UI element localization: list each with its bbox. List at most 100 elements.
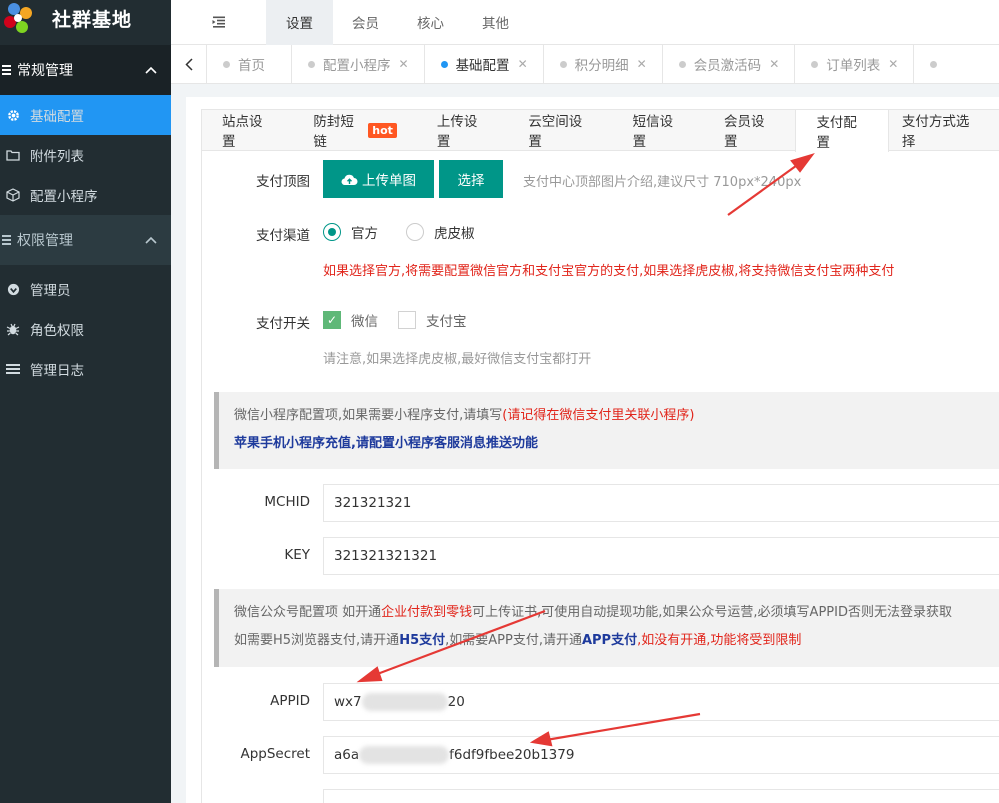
- page-tab-more[interactable]: [914, 45, 945, 83]
- page-tab-miniprogram[interactable]: 配置小程序 ✕: [292, 45, 425, 83]
- tab-dot-icon: [440, 60, 448, 68]
- sidebar-item-basic-config[interactable]: 基础配置: [0, 95, 171, 135]
- sidebar-item-admins[interactable]: 管理员: [0, 269, 171, 309]
- miniprogram-notice: 微信小程序配置项,如果需要小程序支付,请填写(请记得在微信支付里关联小程序) 苹…: [214, 392, 999, 469]
- tab-dot-icon: [559, 60, 567, 68]
- sidebar-group-permission[interactable]: 权限管理: [0, 215, 171, 265]
- select-image-button[interactable]: 选择: [439, 160, 503, 198]
- sidebar-item-label: 角色权限: [30, 323, 84, 339]
- sidebar-group-label: 常规管理: [17, 63, 73, 79]
- brand-title: 社群基地: [52, 8, 133, 31]
- checkbox-empty-icon: [398, 311, 416, 329]
- tab-members[interactable]: 会员: [333, 0, 398, 45]
- appsecret-label: AppSecret: [240, 746, 310, 762]
- notice-red-text: ,如没有开通,功能将受到限制: [637, 633, 802, 648]
- mchid-label: MCHID: [264, 494, 310, 510]
- page-tab-orders[interactable]: 订单列表 ✕: [795, 45, 915, 83]
- sidebar-item-roles[interactable]: 角色权限: [0, 309, 171, 349]
- page-tab-label: 会员激活码: [693, 58, 762, 74]
- radio-tiger[interactable]: 虎皮椒: [406, 222, 475, 242]
- sidebar-item-miniprogram[interactable]: 配置小程序: [0, 175, 171, 215]
- sidebar-item-label: 管理日志: [30, 363, 84, 379]
- tab-dot-icon: [308, 60, 315, 68]
- sidebar-item-label: 基础配置: [30, 109, 84, 125]
- menu-bars-icon: [2, 235, 11, 245]
- appsecret-input[interactable]: a6a f6df9fbee20b1379: [323, 736, 999, 774]
- top-nav: 设置 会员 核心 其他: [171, 0, 999, 45]
- sidebar-submenu-permission: 管理员 角色权限 管理日志: [0, 265, 171, 389]
- cloud-upload-icon: [341, 174, 358, 185]
- subtab-member[interactable]: 会员设置: [704, 110, 795, 150]
- radio-unchecked-icon: [406, 223, 424, 241]
- appsecret-suffix: f6df9fbee20b1379: [449, 747, 575, 763]
- subtab-payment[interactable]: 支付配置: [795, 110, 889, 152]
- pay-channel-label: 支付渠道: [256, 228, 310, 244]
- sidebar-item-logs[interactable]: 管理日志: [0, 349, 171, 389]
- sidebar-toggle-button[interactable]: [171, 0, 266, 45]
- subtab-shortlink[interactable]: 防封短链 hot: [293, 110, 416, 150]
- subtab-payment-method[interactable]: 支付方式选择: [889, 110, 999, 150]
- close-icon[interactable]: ✕: [888, 57, 898, 71]
- radio-official[interactable]: 官方: [323, 222, 378, 242]
- page-tab-basic-config[interactable]: 基础配置 ✕: [425, 45, 544, 83]
- page-tab-activation-codes[interactable]: 会员激活码 ✕: [663, 45, 796, 83]
- page-tab-home[interactable]: 首页: [207, 45, 292, 83]
- appid-input[interactable]: wx7 20: [323, 683, 999, 721]
- tab-dot-icon: [678, 60, 686, 68]
- notice-blue-text: H5支付: [399, 633, 446, 648]
- page-tab-label: 订单列表: [826, 58, 881, 74]
- appsecret-prefix: a6a: [334, 747, 360, 763]
- subtab-cloud[interactable]: 云空间设置: [508, 110, 612, 150]
- banner-hint: 支付中心顶部图片介绍,建议尺寸 710px*240px: [523, 175, 802, 190]
- radio-label: 虎皮椒: [434, 226, 475, 242]
- next-input[interactable]: [323, 789, 999, 803]
- subtab-label: 防封短链: [313, 114, 354, 150]
- chevron-left-icon: [184, 57, 193, 71]
- close-icon[interactable]: ✕: [518, 57, 528, 71]
- page-tab-points[interactable]: 积分明细 ✕: [544, 45, 663, 83]
- pay-banner-label: 支付顶图: [256, 174, 310, 190]
- sidebar-submenu-general: 基础配置 附件列表 配置小程序: [0, 95, 171, 215]
- checkbox-label: 支付宝: [426, 314, 467, 330]
- sidebar-item-attachments[interactable]: 附件列表: [0, 135, 171, 175]
- list-icon: [6, 362, 20, 376]
- redacted-blur: [359, 746, 450, 764]
- config-subtabs: 站点设置 防封短链 hot 上传设置 云空间设置 短信设置 会员设置 支付配置 …: [202, 110, 999, 152]
- subtab-sms[interactable]: 短信设置: [613, 110, 704, 150]
- close-icon[interactable]: ✕: [769, 57, 779, 71]
- tab-other[interactable]: 其他: [463, 0, 528, 45]
- gear-icon: [6, 108, 20, 122]
- bug-icon: [6, 322, 20, 336]
- subtab-upload[interactable]: 上传设置: [417, 110, 508, 150]
- checkbox-alipay[interactable]: 支付宝: [398, 310, 467, 330]
- tab-dot-icon: [223, 60, 230, 68]
- mchid-input[interactable]: 321321321: [323, 484, 999, 522]
- notice-text: 可上传证书,可使用自动提现功能,如果公众号运营,必须填写APPID否则无法登录获…: [472, 605, 952, 620]
- key-input[interactable]: 321321321321: [323, 537, 999, 575]
- redacted-blur: [361, 693, 448, 711]
- checkbox-wechat[interactable]: ✓ 微信: [323, 310, 378, 330]
- page-tab-label: 配置小程序: [323, 58, 391, 74]
- page-tab-label: 首页: [238, 58, 265, 74]
- close-icon[interactable]: ✕: [399, 57, 409, 71]
- key-label: KEY: [284, 547, 310, 563]
- notice-text: 如需要H5浏览器支付,请开通: [234, 633, 400, 648]
- tab-dot-icon: [811, 60, 819, 68]
- upload-button-label: 上传单图: [362, 173, 416, 189]
- hot-badge: hot: [368, 122, 397, 138]
- subtab-site[interactable]: 站点设置: [202, 110, 293, 150]
- menu-bars-icon: [2, 65, 11, 75]
- cube-icon: [6, 188, 20, 202]
- tab-core[interactable]: 核心: [398, 0, 463, 45]
- close-icon[interactable]: ✕: [637, 57, 647, 71]
- official-account-notice: 微信公众号配置项 如开通企业付款到零钱可上传证书,可使用自动提现功能,如果公众号…: [214, 589, 999, 667]
- channel-warning: 如果选择官方,将需要配置微信官方和支付宝官方的支付,如果选择虎皮椒,将支持微信支…: [323, 264, 895, 279]
- tab-settings[interactable]: 设置: [266, 0, 333, 45]
- sidebar-group-general[interactable]: 常规管理: [0, 45, 171, 95]
- sidebar-item-label: 配置小程序: [30, 189, 98, 205]
- notice-blue-text: APP支付: [581, 633, 638, 648]
- pay-switch-label: 支付开关: [256, 316, 310, 332]
- tabs-scroll-left-button[interactable]: [171, 45, 207, 83]
- main-content: 站点设置 防封短链 hot 上传设置 云空间设置 短信设置 会员设置 支付配置 …: [186, 97, 999, 803]
- upload-image-button[interactable]: 上传单图: [323, 160, 434, 198]
